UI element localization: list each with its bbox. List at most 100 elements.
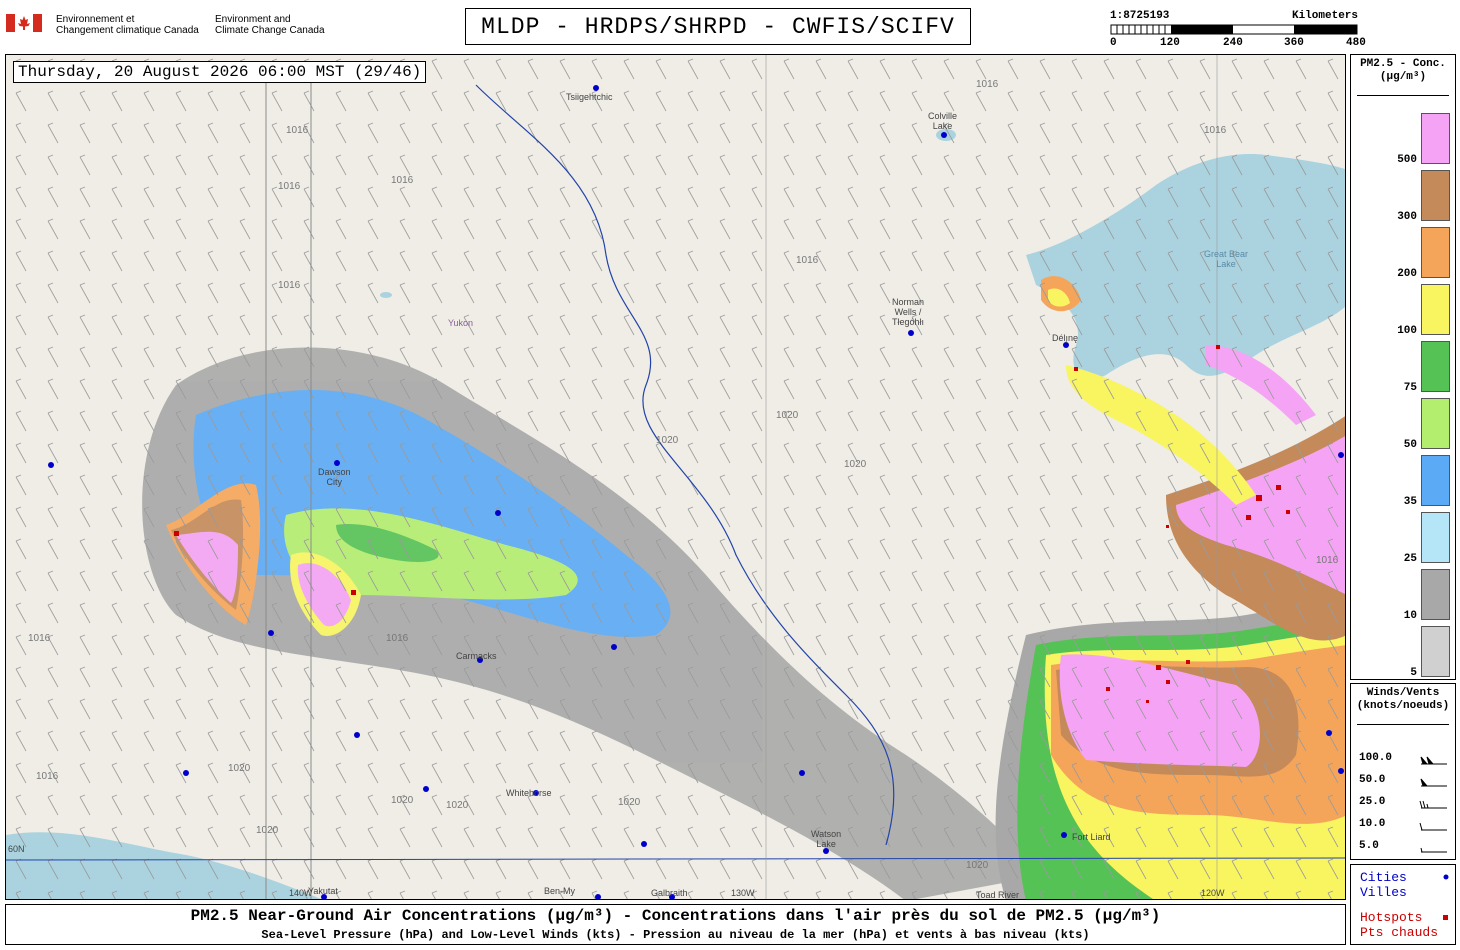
isobar-label: 1016: [36, 771, 59, 782]
isobar-label: 1020: [966, 860, 989, 871]
place-label: Délı̨nę: [1052, 333, 1079, 343]
legend-swatch: [1421, 284, 1450, 335]
legend-swatch: [1421, 569, 1450, 620]
legend-level-label: 300: [1397, 211, 1417, 223]
wind-speed-label: 25.0: [1359, 796, 1386, 808]
isobar-label: 1020: [618, 797, 641, 808]
place-label: Colville Lake: [928, 111, 958, 131]
legend-level-label: 25: [1403, 553, 1417, 565]
cities-key: Cities Villes: [1360, 870, 1407, 900]
place-label: Great Bear Lake: [1204, 249, 1249, 269]
scale-tick: 0: [1110, 37, 1117, 49]
legend-swatch: [1421, 398, 1450, 449]
wind-barb-100-icon: [1420, 756, 1447, 765]
scale-ratio: 1:8725193: [1110, 10, 1170, 22]
symbol-key: Cities Villes Hotspots Pts chauds: [1350, 864, 1456, 945]
place-label: Fort Liard: [1072, 832, 1111, 842]
grid-label: 60N: [8, 844, 25, 854]
legend-level-label: 75: [1403, 382, 1417, 394]
legend-level-label: 200: [1397, 268, 1417, 280]
map-canvas: [6, 55, 1345, 899]
scale-units: Kilometers: [1291, 10, 1358, 22]
isobar-label: 1016: [278, 181, 301, 192]
map-title: MLDP - HRDPS/SHRPD - CWFIS/SCIFV: [481, 13, 955, 40]
isobar-label: 1016: [386, 633, 409, 644]
wind-speed-label: 5.0: [1359, 840, 1379, 852]
isobar-label: 1016: [28, 633, 51, 644]
title-box: MLDP - HRDPS/SHRPD - CWFIS/SCIFV: [465, 8, 971, 45]
isobar-label: 1020: [844, 459, 867, 470]
wind-barb-25-icon: [1419, 800, 1447, 809]
concentration-legend: PM2.5 - Conc. (µg/m³) 500 300 200 100 75 50 35 2…: [1350, 54, 1456, 680]
legend-swatch: [1421, 113, 1450, 164]
legend-swatch: [1421, 227, 1450, 278]
isobar-label: 1020: [228, 763, 251, 774]
scale-tick: 360: [1284, 37, 1304, 49]
place-label: Watson Lake: [811, 829, 842, 849]
legend-level-label: 10: [1403, 610, 1417, 622]
dept-name-en: Environment and Climate Change Canada: [215, 14, 325, 36]
legend-swatch: [1421, 455, 1450, 506]
place-label: Galbraith: [651, 888, 688, 898]
wind-speed-label: 10.0: [1359, 818, 1386, 830]
wind-barb-50-icon: [1420, 778, 1447, 787]
scale-tick: 480: [1346, 37, 1366, 49]
caption-line-1: PM2.5 Near-Ground Air Concentrations (µg…: [190, 907, 1161, 925]
map-panel[interactable]: Tsiigehtchic Colville Lake Great Bear La…: [5, 54, 1346, 900]
caption-line-2: Sea-Level Pressure (hPa) and Low-Level W…: [261, 928, 1090, 942]
isobar-label: 1020: [656, 435, 679, 446]
legend-level-label: 5: [1410, 667, 1417, 679]
hotspot-square-icon: [1443, 915, 1448, 920]
legend-level-label: 100: [1397, 325, 1417, 337]
legend-level-label: 35: [1403, 496, 1417, 508]
isobar-label: 1020: [776, 410, 799, 421]
grid-label: 120W: [1201, 888, 1225, 898]
isobar-label: 1016: [796, 255, 819, 266]
isobar-label: 1016: [1316, 555, 1339, 566]
legend-swatch: [1421, 626, 1450, 677]
place-label: Yukon: [448, 318, 474, 328]
wind-speed-label: 100.0: [1359, 752, 1393, 764]
legend-level-label: 50: [1403, 439, 1417, 451]
canada-flag-icon: [6, 14, 42, 32]
dept-name-fr: Environnement et Changement climatique Ca…: [56, 14, 199, 36]
place-label: Tsiigehtchic: [566, 92, 613, 102]
legend-swatch: [1421, 341, 1450, 392]
footer-caption: PM2.5 Near-Ground Air Concentrations (µg…: [5, 904, 1346, 945]
isobar-label: 1020: [256, 825, 279, 836]
forecast-datetime: Thursday, 20 August 2026 06:00 MST (29/4…: [13, 61, 427, 83]
wind-barb-5-icon: [1420, 847, 1447, 853]
place-label: Dawson City: [318, 467, 351, 487]
legend-divider: [1357, 724, 1449, 725]
wind-legend-title: Winds/Vents (knots/noeuds): [1356, 687, 1450, 712]
eccc-logo: Environnement et Changement climatique Ca…: [6, 12, 326, 40]
place-label: Toad River: [976, 890, 1020, 900]
grid-label: 140W: [289, 888, 313, 898]
place-label: Carmacks: [456, 651, 497, 661]
wind-barb-10-icon: [1419, 822, 1447, 831]
scale-tick: 120: [1160, 37, 1180, 49]
grid-label: 130W: [731, 888, 755, 898]
scale-bar: 1:8725193 Kilometers 0 120 240 360 480: [1110, 10, 1366, 50]
isobar-label: 1016: [391, 175, 414, 186]
hotspots-key: Hotspots Pts chauds: [1360, 910, 1439, 940]
legend-divider: [1357, 95, 1449, 96]
isobar-label: 1020: [446, 800, 469, 811]
legend-swatch: [1421, 512, 1450, 563]
legend-swatch: [1421, 170, 1450, 221]
isobar-label: 1016: [1204, 125, 1227, 136]
legend-level-label: 500: [1397, 154, 1417, 166]
isobar-label: 1016: [286, 125, 309, 136]
scale-tick: 240: [1223, 37, 1243, 49]
place-label: Whitehorse: [506, 788, 552, 798]
city-dot-icon: [1443, 874, 1449, 880]
wind-speed-label: 50.0: [1359, 774, 1386, 786]
place-label: Norman Wells / Tłegóhłı: [892, 297, 925, 327]
scale-bar-graphic: [1110, 24, 1358, 35]
isobar-label: 1016: [278, 280, 301, 291]
isobar-label: 1016: [976, 79, 999, 90]
isobar-label: 1020: [391, 795, 414, 806]
legend-title: PM2.5 - Conc. (µg/m³): [1360, 58, 1446, 83]
wind-legend: Winds/Vents (knots/noeuds) 100.0 50.0 25.…: [1350, 683, 1456, 860]
place-label: Ben-My: [544, 886, 576, 896]
